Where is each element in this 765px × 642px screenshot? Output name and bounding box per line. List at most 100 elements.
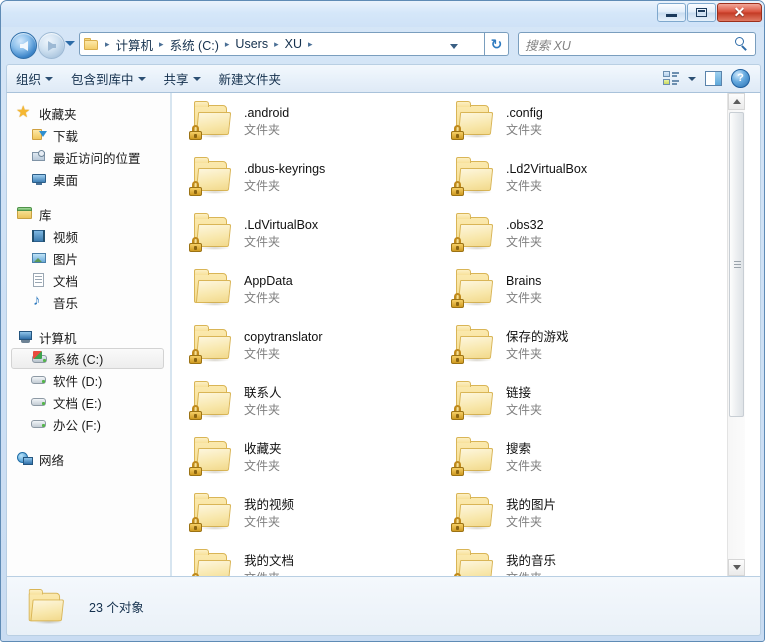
sidebar-header-network[interactable]: 网络 [7,448,170,470]
file-text: 我的图片文件夹 [506,491,556,530]
file-text: 我的文档文件夹 [244,547,294,576]
toolbar-new-folder-button[interactable]: 新建文件夹 [210,65,291,92]
lock-overlay-icon [189,405,202,420]
sidebar-item-recent-places[interactable]: 最近访问的位置 [7,146,170,168]
videos-icon [31,228,47,244]
documents-icon [31,272,47,288]
help-icon[interactable]: ? [731,69,750,88]
sidebar-item-music[interactable]: 音乐 [7,291,170,313]
title-bar: ✕ [1,1,765,27]
scroll-down-button[interactable] [728,559,745,576]
view-dropdown-icon[interactable] [688,77,696,81]
file-item[interactable]: AppData文件夹 [178,267,440,323]
file-name: 我的图片 [506,498,556,513]
sidebar-item-pictures[interactable]: 图片 [7,247,170,269]
breadcrumb-item-users[interactable]: Users [233,37,270,51]
folder-icon [450,101,496,143]
forward-arrow-icon [48,41,56,51]
toolbar-right-group: ? [663,69,760,88]
folder-icon [450,381,496,423]
file-item[interactable]: .Ld2VirtualBox 文件夹 [440,155,702,211]
chevron-down-icon [733,565,741,570]
file-item[interactable]: 联系人文件夹 [178,379,440,435]
sidebar-label-videos: 视频 [53,227,78,246]
file-item[interactable]: 我的文档文件夹 [178,547,440,576]
breadcrumb-bar[interactable]: ▸ 计算机 ▸ 系统 (C:) ▸ Users ▸ XU ▸ [79,32,485,56]
toolbar-include-in-library-button[interactable]: 包含到库中 [62,65,155,92]
sidebar-header-favorites[interactable]: 收藏夹 [7,102,170,124]
file-name: 我的音乐 [506,554,556,569]
sidebar-spacer [7,313,170,326]
lock-overlay-icon [189,181,202,196]
close-button[interactable]: ✕ [717,3,762,22]
file-item[interactable]: .obs32文件夹 [440,211,702,267]
sidebar-item-documents-e[interactable]: 文档 (E:) [7,391,170,413]
star-icon [17,105,33,121]
breadcrumb-item-system-c[interactable]: 系统 (C:) [168,35,221,54]
search-input[interactable]: 搜索 XU [525,35,735,54]
toolbar-share-button[interactable]: 共享 [155,65,210,92]
back-button[interactable] [10,32,37,59]
file-item[interactable]: copytranslator文件夹 [178,323,440,379]
forward-button[interactable] [38,32,65,59]
sidebar-item-documents[interactable]: 文档 [7,269,170,291]
file-item[interactable]: .config文件夹 [440,99,702,155]
lock-overlay-icon [451,405,464,420]
file-name: 我的文档 [244,554,294,569]
minimize-button[interactable] [657,3,686,22]
file-item[interactable]: 我的音乐文件夹 [440,547,702,576]
file-name: .Ld2VirtualBox [506,162,587,177]
refresh-button[interactable]: ↻ [485,32,509,56]
file-type: 文件夹 [244,235,318,250]
sidebar-label-recent-places: 最近访问的位置 [53,148,141,167]
scrollbar-thumb[interactable] [729,112,744,417]
sidebar-item-software-d[interactable]: 软件 (D:) [7,369,170,391]
history-dropdown-icon[interactable] [65,41,75,46]
sidebar-spacer [7,435,170,448]
file-item[interactable]: 搜索文件夹 [440,435,702,491]
folder-icon [188,493,234,535]
file-type: 文件夹 [506,123,543,138]
toolbar-organize-button[interactable]: 组织 [7,65,62,92]
file-item[interactable]: 我的图片文件夹 [440,491,702,547]
sidebar-label-desktop: 桌面 [53,170,78,189]
breadcrumb-item-xu[interactable]: XU [283,37,304,51]
file-item[interactable]: .LdVirtualBox文件夹 [178,211,440,267]
sidebar-item-desktop[interactable]: 桌面 [7,168,170,190]
file-text: .config文件夹 [506,99,543,138]
file-list[interactable]: .android文件夹.config文件夹.dbus-keyrings文件夹.L… [172,93,745,576]
sidebar-label-network: 网络 [39,450,64,469]
file-item[interactable]: 保存的游戏文件夹 [440,323,702,379]
preview-pane-icon[interactable] [705,71,722,86]
lock-overlay-icon [451,349,464,364]
folder-icon [188,381,234,423]
file-item[interactable]: .dbus-keyrings文件夹 [178,155,440,211]
folder-icon [188,437,234,479]
vertical-scrollbar[interactable] [727,93,745,576]
file-text: .android文件夹 [244,99,289,138]
sidebar-label-music: 音乐 [53,293,78,312]
sidebar-item-office-f[interactable]: 办公 (F:) [7,413,170,435]
sidebar-header-libraries[interactable]: 库 [7,203,170,225]
sidebar-item-videos[interactable]: 视频 [7,225,170,247]
file-type: 文件夹 [506,179,587,194]
file-item[interactable]: Brains文件夹 [440,267,702,323]
search-box[interactable]: 搜索 XU [518,32,756,56]
breadcrumb-separator: ▸ [221,39,234,50]
pictures-icon [31,250,47,266]
file-text: .Ld2VirtualBox 文件夹 [506,155,587,194]
file-item[interactable]: 链接文件夹 [440,379,702,435]
breadcrumb-item-computer[interactable]: 计算机 [114,35,156,54]
file-item[interactable]: 我的视频文件夹 [178,491,440,547]
restore-button[interactable] [687,3,716,22]
sidebar-header-computer[interactable]: 计算机 [7,326,170,348]
file-text: 我的视频文件夹 [244,491,294,530]
file-item[interactable]: .android文件夹 [178,99,440,155]
sidebar-item-system-c[interactable]: 系统 (C:) [11,348,164,369]
change-view-icon[interactable] [663,71,679,86]
file-item[interactable]: 收藏夹文件夹 [178,435,440,491]
breadcrumb-dropdown-icon[interactable] [450,44,458,49]
scroll-up-button[interactable] [728,93,745,110]
sidebar-item-downloads[interactable]: 下载 [7,124,170,146]
folder-icon [84,38,99,51]
